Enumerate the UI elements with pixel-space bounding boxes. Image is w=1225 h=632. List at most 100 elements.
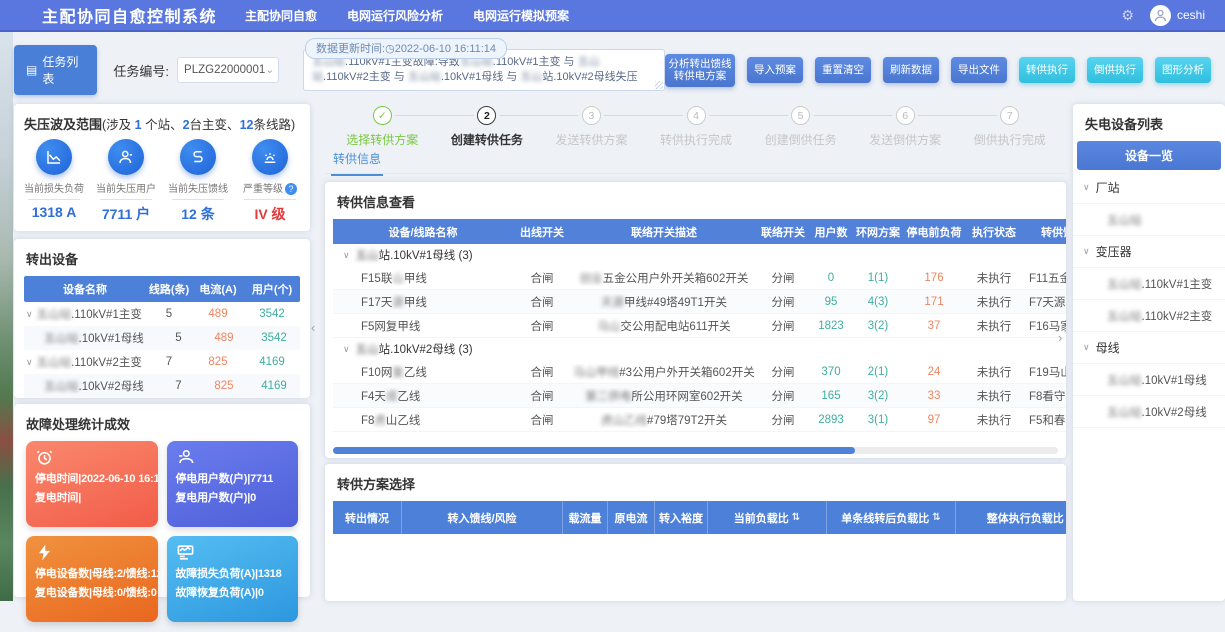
nav-item-simulation-plan[interactable]: 电网运行模拟预案 [473, 7, 569, 24]
stat-lost-users: 当前失压用户 7711 户 [90, 139, 162, 224]
caret-down-icon: ∨ [1083, 182, 1090, 193]
sort-icon[interactable]: ⇅ [932, 512, 940, 523]
task-no-value: PLZG22000001 [184, 64, 265, 76]
tree-section-station[interactable]: ∨ 厂站 [1073, 172, 1225, 204]
tree-section-transformer[interactable]: ∨ 变压器 [1073, 236, 1225, 268]
nav-item-self-healing[interactable]: 主配协同自愈 [245, 7, 317, 24]
table-row[interactable]: ∨五山站.110kV#1主变 5 489 3542 [24, 302, 300, 326]
sort-icon[interactable]: ⇅ [792, 512, 800, 523]
table-row[interactable]: F10网复乙线 合闸 马山甲线#3公用户外开关箱602开关 分闸 370 2(1… [333, 360, 1066, 384]
tree-section-bus[interactable]: ∨ 母线 [1073, 332, 1225, 364]
table-row[interactable]: F17天源甲线 合闸 天源甲线#49塔49T1开关 分闸 95 4(3) 171… [333, 290, 1066, 314]
group-row-bus1[interactable]: ∨ 五山站.10kV#1母线 (3) [333, 244, 1058, 266]
doc-icon: ▤ [26, 63, 37, 77]
task-no-select[interactable]: PLZG22000001 ⌄ [177, 57, 279, 83]
process-stepper: ✓ 选择转供方案 2 创建转供任务 3 发送转供方案 4 转供执行完成 5 创建… [330, 106, 1062, 148]
top-header-bar: 主配协同自愈控制系统 主配协同自愈 电网运行风险分析 电网运行模拟预案 ⚙ ce… [0, 0, 1225, 32]
alarm-light-icon [252, 139, 288, 175]
fault-stats-cards: 停电时间|2022-06-10 16:11 复电时间| 停电用户数(户)|771… [14, 439, 310, 632]
lost-power-device-panel: 失电设备列表 设备一览 ∨ 厂站 五山站 ∨ 变压器 五山站.110kV#1主变… [1073, 104, 1225, 601]
device-overview-button[interactable]: 设备一览 [1077, 141, 1221, 170]
table-row[interactable]: F5网复甲线 合闸 马山交公用配电站611开关 分闸 1823 3(2) 37 … [333, 314, 1066, 338]
nav-item-risk-analysis[interactable]: 电网运行风险分析 [347, 7, 443, 24]
tree-item[interactable]: 五山站 [1073, 204, 1225, 236]
stat-value: 7711 户 [90, 204, 162, 224]
table-row[interactable]: ∨五山站.110kV#2主变 7 825 4169 [24, 350, 300, 374]
caret-down-icon[interactable]: ∨ [26, 357, 33, 368]
import-plan-button[interactable]: 导入预案 [747, 57, 803, 83]
outage-devices-card: 停电设备数|母线:2/馈线:12 复电设备数|母线:0/馈线:0 [26, 536, 158, 622]
tree-item[interactable]: 五山站.10kV#2母线 [1073, 396, 1225, 428]
stat-label: 严重等级 [243, 184, 283, 195]
lightning-icon [35, 543, 54, 562]
impact-stats: 当前损失负荷 1318 A 当前失压用户 7711 户 当前失压馈线 12 条 … [14, 137, 310, 226]
scrollbar-thumb[interactable] [333, 447, 855, 454]
analyze-transfer-plan-button[interactable]: 分析转出馈线转供电方案 [665, 54, 735, 87]
data-update-time-badge: 数据更新时间:◷2022-06-10 16:11:14 [305, 38, 507, 59]
stat-lost-feeders: 当前失压馈线 12 条 [162, 139, 234, 224]
table-row[interactable]: 五山站.10kV#2母线 7 825 4169 [24, 374, 300, 398]
caret-down-icon: ∨ [1083, 246, 1090, 257]
avatar [1150, 5, 1171, 26]
group-row-bus2[interactable]: ∨ 五山站.10kV#2母线 (3) [333, 338, 1058, 360]
col-current: 电流(A) [192, 281, 244, 297]
fault-description-area: 数据更新时间:◷2022-06-10 16:11:14 五山站.110kV#1主… [303, 49, 665, 91]
stat-value: 1318 A [18, 204, 90, 220]
step-send-backfeed-plan: 6 发送倒供方案 [853, 106, 958, 148]
app-title: 主配协同自愈控制系统 [42, 3, 217, 27]
transfer-info-title: 转供信息查看 [325, 182, 1066, 217]
line-chart-icon [36, 139, 72, 175]
stat-value: 12 条 [162, 204, 234, 224]
caret-down-icon: ∨ [343, 250, 350, 261]
table-row[interactable]: F4天成乙线 合闸 第二供电所公用环网室602开关 分闸 165 3(2) 33… [333, 384, 1066, 408]
transfer-execute-button[interactable]: 转供执行 [1019, 57, 1075, 83]
stat-lost-load: 当前损失负荷 1318 A [18, 139, 90, 224]
task-list-label: 任务列表 [42, 53, 85, 87]
refresh-data-button[interactable]: 刷新数据 [883, 57, 939, 83]
tree-item[interactable]: 五山站.110kV#1主变 [1073, 268, 1225, 300]
tree-item[interactable]: 五山站.10kV#1母线 [1073, 364, 1225, 396]
alarm-clock-icon [35, 448, 54, 467]
topbar-right: ⚙ ceshi [1121, 5, 1205, 26]
task-no-label: 任务编号: [113, 61, 169, 80]
username-label: ceshi [1177, 8, 1205, 22]
step-create-backfeed-task: 5 创建倒供任务 [748, 106, 853, 148]
outage-users-card: 停电用户数(户)|7711 复电用户数(户)|0 [167, 441, 299, 527]
gear-icon[interactable]: ⚙ [1121, 7, 1134, 24]
caret-down-icon: ∨ [1083, 342, 1090, 353]
desktop-background-strip [0, 30, 13, 601]
graphic-analysis-button[interactable]: 图形分析 [1155, 57, 1211, 83]
help-icon[interactable]: ? [285, 183, 297, 195]
impact-title: 失压波及范围 [24, 117, 102, 132]
center-tab-bar: 转供信息 [325, 146, 1066, 174]
export-file-button[interactable]: 导出文件 [951, 57, 1007, 83]
stat-label: 当前失压馈线 [162, 180, 234, 195]
chevron-down-icon: ⌄ [265, 66, 274, 74]
transfer-out-title: 转出设备 [14, 239, 310, 274]
task-list-button[interactable]: ▤ 任务列表 [14, 45, 97, 95]
toolbar: ▤ 任务列表 任务编号: PLZG22000001 ⌄ 数据更新时间:◷2022… [14, 44, 1211, 96]
voltage-loss-scope-panel: 失压波及范围(涉及 1 个站、2台主变、12条线路) 当前损失负荷 1318 A… [14, 104, 310, 231]
tab-transfer-info[interactable]: 转供信息 [331, 146, 383, 176]
device-tree: ∨ 厂站 五山站 ∨ 变压器 五山站.110kV#1主变 五山站.110kV#2… [1073, 172, 1225, 428]
load-chart-icon [176, 543, 195, 562]
collapse-left-icon[interactable]: ‹ [311, 320, 315, 335]
reset-clear-button[interactable]: 重置清空 [815, 57, 871, 83]
user-menu[interactable]: ceshi [1150, 5, 1205, 26]
col-lines: 线路(条) [146, 281, 192, 297]
table-row[interactable]: F15联山甲线 合闸 创业五金公用户外开关箱602开关 分闸 0 1(1) 17… [333, 266, 1066, 290]
table-row[interactable]: F8虎山乙线 合闸 虎山乙线#79塔79T2开关 分闸 2893 3(1) 97… [333, 408, 1066, 432]
plan-table-header: 转出情况 转入馈线/风险 载流量 原电流 转入裕度 当前负载比⇅ 单条线转后负载… [333, 501, 1066, 534]
backfeed-execute-button[interactable]: 倒供执行 [1087, 57, 1143, 83]
transfer-out-table-header: 设备名称 线路(条) 电流(A) 用户(个) [24, 276, 300, 302]
table-row[interactable]: 五山站.10kV#1母线 5 489 3542 [24, 326, 300, 350]
expand-right-icon[interactable]: › [1058, 330, 1062, 345]
caret-down-icon[interactable]: ∨ [26, 309, 33, 320]
stat-value: IV 级 [234, 204, 306, 224]
main-nav: 主配协同自愈 电网运行风险分析 电网运行模拟预案 [245, 7, 569, 24]
feeder-line-icon [180, 139, 216, 175]
stat-label: 当前损失负荷 [18, 180, 90, 195]
toolbar-buttons: 分析转出馈线转供电方案 导入预案 重置清空 刷新数据 导出文件 转供执行 倒供执… [665, 54, 1211, 87]
tree-item[interactable]: 五山站.110kV#2主变 [1073, 300, 1225, 332]
transfer-plan-selection-panel: 转供方案选择 转出情况 转入馈线/风险 载流量 原电流 转入裕度 当前负载比⇅ … [325, 464, 1066, 601]
